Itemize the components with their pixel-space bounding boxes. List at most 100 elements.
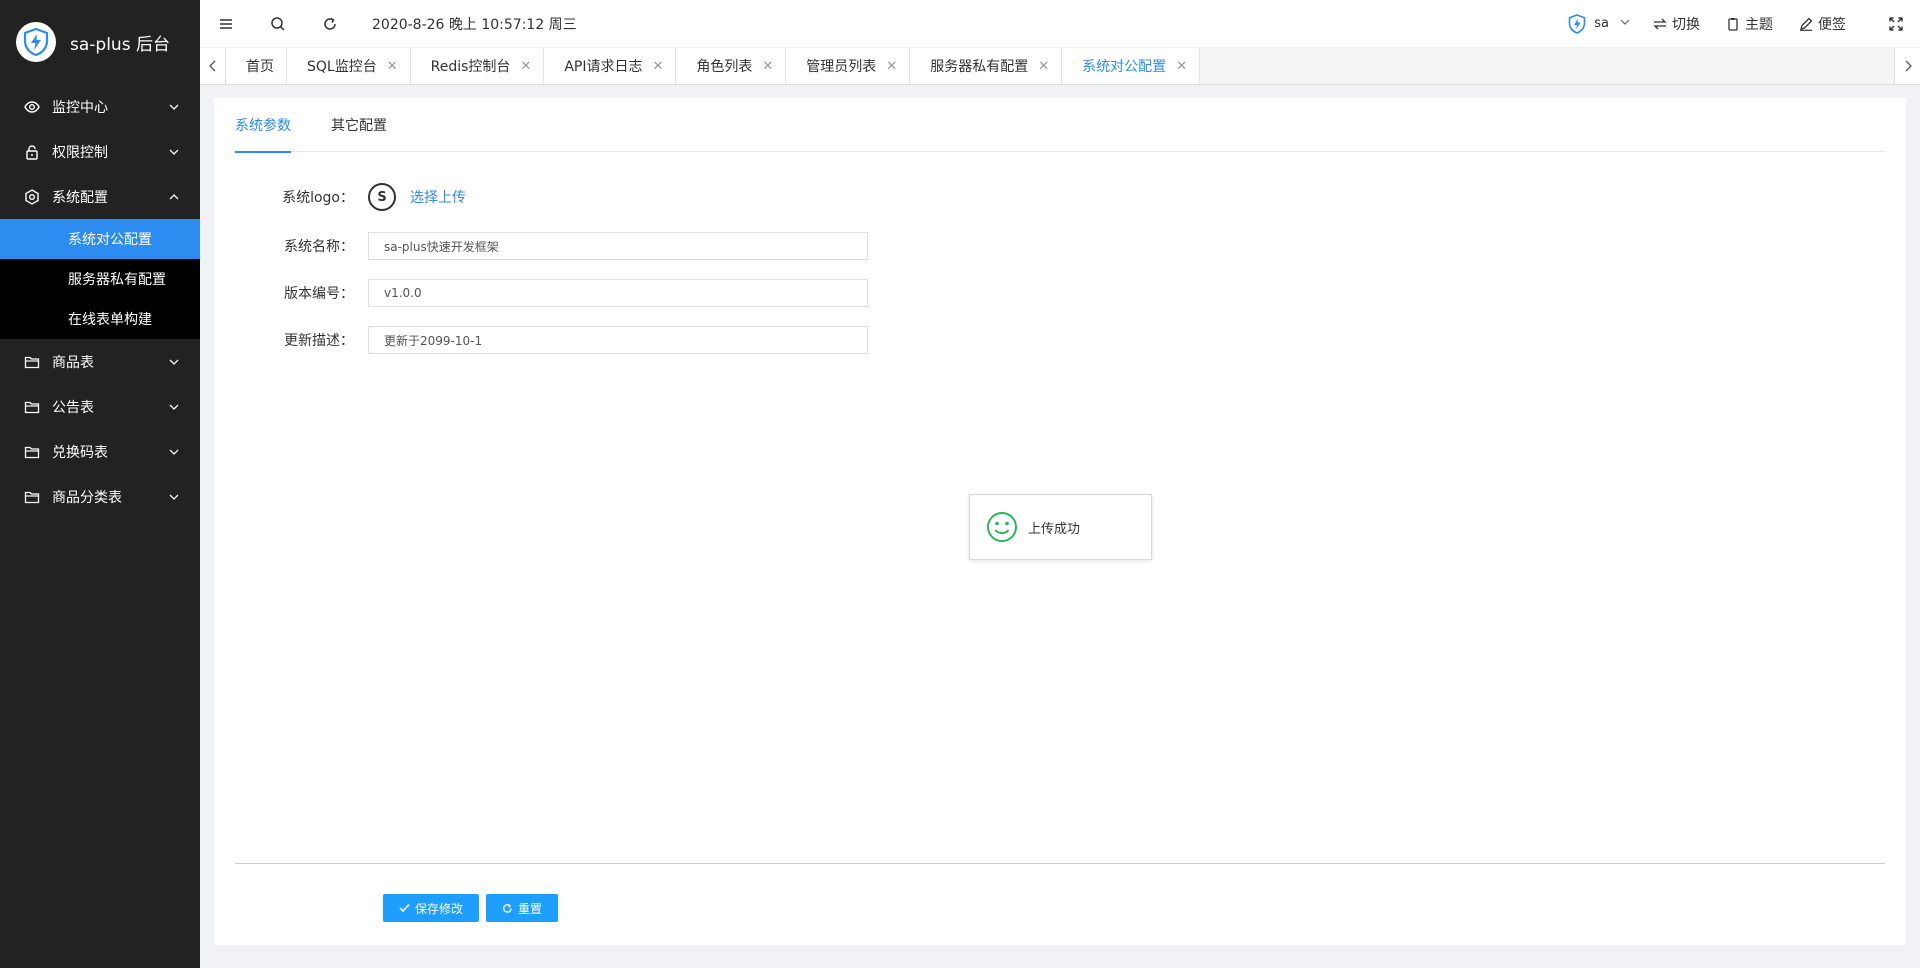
menu-label: 系统配置 bbox=[52, 189, 108, 206]
note-label: 便签 bbox=[1818, 16, 1846, 33]
menu-label: 商品分类表 bbox=[52, 489, 122, 506]
chevron-down-icon bbox=[168, 146, 180, 158]
lock-icon bbox=[24, 144, 40, 160]
close-icon[interactable]: ✕ bbox=[652, 59, 663, 74]
tab-label: 首页 bbox=[246, 59, 274, 75]
tab-system-params[interactable]: 系统参数 bbox=[235, 98, 291, 153]
refresh-button[interactable] bbox=[304, 0, 356, 48]
chevron-down-icon bbox=[1619, 16, 1631, 32]
tab-public-config[interactable]: 系统对公配置 ✕ bbox=[1062, 48, 1201, 84]
menu-label: 权限控制 bbox=[52, 144, 108, 161]
note-button[interactable]: 便签 bbox=[1799, 14, 1846, 34]
eye-icon bbox=[24, 99, 40, 115]
toast-message: 上传成功 bbox=[969, 494, 1152, 560]
switch-label: 切换 bbox=[1672, 16, 1700, 33]
tab-admin-list[interactable]: 管理员列表 ✕ bbox=[786, 48, 911, 84]
menu-item-monitor[interactable]: 监控中心 bbox=[0, 84, 200, 129]
close-icon[interactable]: ✕ bbox=[387, 59, 398, 74]
gear-icon bbox=[24, 188, 40, 205]
divider bbox=[235, 863, 1885, 864]
menu-label: 监控中心 bbox=[52, 99, 108, 116]
edit-icon bbox=[1799, 17, 1813, 31]
switch-icon bbox=[1653, 17, 1667, 31]
menu-label: 商品表 bbox=[52, 354, 94, 371]
search-icon bbox=[271, 16, 285, 31]
logo-preview: S bbox=[368, 183, 396, 211]
form-row-name: 系统名称： bbox=[214, 232, 868, 260]
tab-redis-console[interactable]: Redis控制台 ✕ bbox=[410, 48, 545, 84]
refresh-icon bbox=[502, 903, 513, 914]
sidebar-item-private-config[interactable]: 服务器私有配置 bbox=[0, 259, 200, 299]
tab-api-log[interactable]: API请求日志 ✕ bbox=[544, 48, 677, 84]
folder-icon bbox=[24, 444, 40, 460]
tab-label: Redis控制台 bbox=[430, 59, 511, 75]
theme-icon bbox=[1726, 17, 1740, 31]
smile-icon bbox=[987, 512, 1017, 542]
chevron-down-icon bbox=[168, 446, 180, 458]
upload-link[interactable]: 选择上传 bbox=[410, 187, 466, 207]
tab-label: 系统对公配置 bbox=[1082, 59, 1167, 75]
app-title: sa-plus 后台 bbox=[70, 34, 170, 55]
switch-button[interactable]: 切换 bbox=[1653, 14, 1700, 34]
chevron-up-icon bbox=[168, 191, 180, 203]
tab-label: API请求日志 bbox=[564, 59, 643, 75]
close-icon[interactable]: ✕ bbox=[762, 59, 773, 74]
menu-item-permission[interactable]: 权限控制 bbox=[0, 129, 200, 174]
sidebar-item-form-builder[interactable]: 在线表单构建 bbox=[0, 299, 200, 339]
chevron-down-icon bbox=[168, 356, 180, 368]
chevron-down-icon bbox=[168, 101, 180, 113]
reset-button[interactable]: 重置 bbox=[486, 894, 558, 922]
system-name-input[interactable] bbox=[368, 232, 868, 260]
menu-toggle-button[interactable] bbox=[200, 0, 252, 48]
desc-label: 更新描述： bbox=[284, 333, 354, 349]
tab-other-config[interactable]: 其它配置 bbox=[331, 98, 387, 152]
brand: sa-plus 后台 bbox=[0, 0, 200, 84]
tab-label: SQL监控台 bbox=[307, 59, 377, 75]
toast-text: 上传成功 bbox=[1028, 521, 1081, 537]
tab-label: 管理员列表 bbox=[806, 59, 877, 75]
search-button[interactable] bbox=[252, 0, 304, 48]
logo-label: 系统logo： bbox=[282, 190, 354, 206]
menu-item-goods-category[interactable]: 商品分类表 bbox=[0, 474, 200, 519]
datetime-display: 2020-8-26 晚上 10:57:12 周三 bbox=[372, 16, 577, 33]
submenu-system-config: 系统对公配置 服务器私有配置 在线表单构建 bbox=[0, 219, 200, 339]
refresh-icon bbox=[324, 17, 336, 30]
fullscreen-button[interactable] bbox=[1872, 16, 1920, 31]
folder-icon bbox=[24, 489, 40, 505]
sidebar-item-public-config[interactable]: 系统对公配置 bbox=[0, 219, 200, 259]
menu-item-redeem-code[interactable]: 兑换码表 bbox=[0, 429, 200, 474]
version-input[interactable] bbox=[368, 279, 868, 307]
hamburger-icon bbox=[220, 18, 232, 29]
sidebar: sa-plus 后台 监控中心 权限控制 系统配置 系统对公配置 服务器私有配置… bbox=[0, 0, 200, 968]
tab-label: 服务器私有配置 bbox=[930, 59, 1029, 75]
tab-label: 角色列表 bbox=[696, 59, 753, 75]
menu-item-system-config[interactable]: 系统配置 bbox=[0, 174, 200, 219]
menu-label: 公告表 bbox=[52, 399, 94, 416]
tabs-scroll-right-button[interactable] bbox=[1894, 48, 1920, 84]
tab-role-list[interactable]: 角色列表 ✕ bbox=[676, 48, 787, 84]
check-icon bbox=[399, 903, 410, 913]
save-button[interactable]: 保存修改 bbox=[383, 894, 479, 922]
chevron-left-icon bbox=[208, 60, 215, 72]
menu-item-notice[interactable]: 公告表 bbox=[0, 384, 200, 429]
shield-user-icon bbox=[1568, 13, 1586, 34]
close-icon[interactable]: ✕ bbox=[1176, 59, 1187, 74]
close-icon[interactable]: ✕ bbox=[520, 59, 531, 74]
theme-label: 主题 bbox=[1745, 16, 1773, 33]
tab-home[interactable]: 首页 bbox=[226, 48, 287, 84]
folder-icon bbox=[24, 354, 40, 370]
tabs-scroll-left-button[interactable] bbox=[200, 48, 226, 84]
page-tabs: 首页 SQL监控台 ✕ Redis控制台 ✕ API请求日志 ✕ 角色列表 ✕ 管理员列… bbox=[200, 48, 1920, 85]
version-label: 版本编号： bbox=[284, 286, 354, 302]
username: sa bbox=[1594, 16, 1609, 31]
description-input[interactable] bbox=[368, 326, 868, 354]
close-icon[interactable]: ✕ bbox=[1038, 59, 1049, 74]
close-icon[interactable]: ✕ bbox=[886, 59, 897, 74]
user-dropdown[interactable]: sa bbox=[1568, 13, 1631, 34]
menu-item-goods[interactable]: 商品表 bbox=[0, 339, 200, 384]
chevron-down-icon bbox=[168, 491, 180, 503]
chevron-down-icon bbox=[168, 401, 180, 413]
theme-button[interactable]: 主题 bbox=[1726, 14, 1773, 34]
tab-sql-monitor[interactable]: SQL监控台 ✕ bbox=[287, 48, 411, 84]
tab-private-config[interactable]: 服务器私有配置 ✕ bbox=[910, 48, 1063, 84]
